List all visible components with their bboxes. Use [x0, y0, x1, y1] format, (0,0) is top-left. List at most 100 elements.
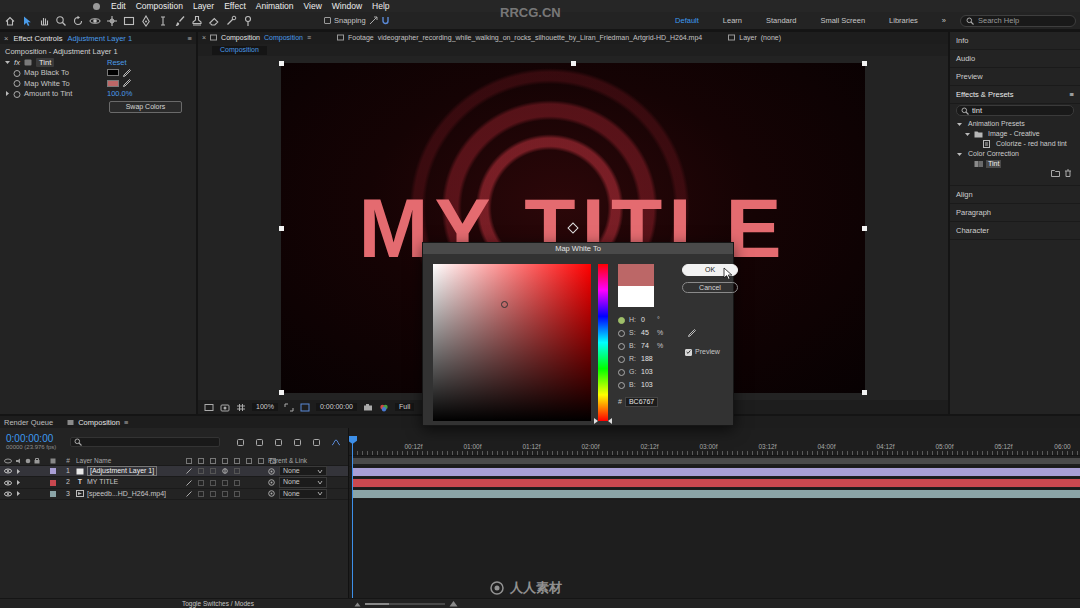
- selection-handle[interactable]: [571, 61, 576, 66]
- viewer-tab[interactable]: ×CompositionComposition≡: [202, 34, 311, 42]
- effect-switch-icon[interactable]: [198, 491, 204, 497]
- original-color-swatch[interactable]: [618, 286, 654, 307]
- color-swatch[interactable]: [107, 80, 119, 87]
- snapping-checkbox[interactable]: [324, 17, 331, 24]
- snapshot-icon[interactable]: [220, 403, 230, 412]
- layer-duration-bar[interactable]: [352, 490, 1080, 498]
- expand-caret-icon[interactable]: [15, 468, 22, 475]
- composition-subtab[interactable]: Composition: [212, 46, 267, 55]
- effect-switch-icon[interactable]: [198, 468, 204, 474]
- stopwatch-icon[interactable]: [13, 69, 21, 77]
- swap-colors-button[interactable]: Swap Colors: [109, 101, 182, 113]
- motion-blur-switch-icon[interactable]: [210, 468, 216, 474]
- adjustment-switch-icon[interactable]: [222, 480, 228, 486]
- viewer-tab[interactable]: Footagevideographer_recording_while_walk…: [337, 34, 702, 42]
- panel-header[interactable]: Paragraph: [950, 204, 1080, 222]
- clone-stamp-tool-icon[interactable]: [191, 15, 203, 27]
- adjustment-switch-icon[interactable]: [222, 491, 228, 497]
- expand-caret-icon[interactable]: [4, 59, 11, 66]
- picker-marker[interactable]: [501, 301, 508, 308]
- workspace-tab[interactable]: Small Screen: [820, 16, 865, 25]
- panel-menu-button[interactable]: ≡: [124, 418, 128, 427]
- comp-flowchart-icon[interactable]: [236, 438, 246, 447]
- layer-row[interactable]: 3[speedb...HD_H264.mp4]None: [0, 489, 348, 500]
- new-folder-icon[interactable]: [1051, 169, 1060, 177]
- layer-name[interactable]: MY TITLE: [87, 478, 118, 486]
- menu-item[interactable]: Composition: [136, 1, 183, 11]
- 3d-switch-icon[interactable]: [234, 491, 240, 497]
- grid-icon[interactable]: [236, 403, 246, 412]
- parent-dropdown[interactable]: None: [279, 466, 327, 476]
- color-channels-icon[interactable]: [379, 403, 389, 412]
- color-mode-radio[interactable]: [618, 330, 625, 337]
- quality-switch-icon[interactable]: [186, 468, 192, 474]
- panel-header[interactable]: Character: [950, 222, 1080, 240]
- pick-whip-icon[interactable]: [268, 468, 275, 475]
- panel-menu-button[interactable]: ≡: [1070, 90, 1074, 99]
- label-color[interactable]: [50, 491, 56, 497]
- 3d-switch-icon[interactable]: [234, 480, 240, 486]
- panel-header[interactable]: Align: [950, 186, 1080, 204]
- time-ruler[interactable]: 00:12f01:00f01:12f02:00f02:12f03:00f03:1…: [349, 428, 1080, 456]
- color-mode-radio[interactable]: [618, 369, 625, 376]
- eyedropper-icon[interactable]: [122, 68, 132, 78]
- graph-editor-icon[interactable]: [331, 438, 341, 447]
- color-mode-radio[interactable]: [618, 343, 625, 350]
- field-value[interactable]: 0: [641, 316, 655, 324]
- panel-header[interactable]: Info: [950, 32, 1080, 50]
- camera-snapshot-icon[interactable]: [363, 403, 373, 412]
- eyedropper-icon[interactable]: [687, 328, 697, 338]
- effect-switch-icon[interactable]: [198, 480, 204, 486]
- eye-icon[interactable]: [4, 480, 12, 486]
- panel-menu-button[interactable]: ≡: [307, 34, 311, 42]
- field-value[interactable]: 103: [641, 368, 655, 376]
- close-tab-button[interactable]: ×: [202, 34, 206, 42]
- rotation-tool-icon[interactable]: [72, 15, 84, 27]
- expand-caret-icon[interactable]: [15, 479, 22, 486]
- zoom-slider-track[interactable]: [365, 603, 445, 605]
- selection-handle[interactable]: [279, 226, 284, 231]
- menu-item[interactable]: Edit: [111, 1, 126, 11]
- layer-duration-bar[interactable]: [352, 479, 1080, 487]
- zoom-tool-icon[interactable]: [55, 15, 67, 27]
- menu-item[interactable]: Effect: [224, 1, 246, 11]
- brush-tool-icon[interactable]: [174, 15, 186, 27]
- effect-header[interactable]: fxTintReset: [2, 57, 196, 68]
- workspace-tab[interactable]: Default: [675, 16, 699, 25]
- selection-tool-icon[interactable]: [21, 15, 33, 27]
- label-color[interactable]: [50, 468, 56, 474]
- eye-icon[interactable]: [4, 468, 12, 474]
- preview-checkbox[interactable]: [685, 349, 692, 356]
- layer-duration-bar[interactable]: [352, 468, 1080, 476]
- field-value[interactable]: 45: [641, 329, 655, 337]
- zoom-in-icon[interactable]: [449, 600, 458, 607]
- fit-icon[interactable]: [284, 403, 294, 412]
- mask-icon[interactable]: [300, 403, 310, 412]
- field-value[interactable]: 188: [641, 355, 655, 363]
- toggle-switches-modes-button[interactable]: Toggle Switches / Modes: [182, 600, 254, 608]
- hex-value[interactable]: BC6767: [625, 397, 658, 407]
- workspace-tab[interactable]: Libraries: [889, 16, 918, 25]
- pen-tool-icon[interactable]: [140, 15, 152, 27]
- eraser-tool-icon[interactable]: [208, 15, 220, 27]
- home-tool-icon[interactable]: [4, 15, 16, 27]
- magnification-dropdown[interactable]: 100%: [252, 403, 278, 411]
- playhead[interactable]: [352, 436, 353, 598]
- menu-item[interactable]: Window: [332, 1, 362, 11]
- color-swatch[interactable]: [107, 69, 119, 76]
- frame-blending-icon[interactable]: [293, 438, 303, 447]
- effects-search-field[interactable]: [972, 106, 1069, 115]
- menu-item[interactable]: View: [304, 1, 322, 11]
- layer-search-field[interactable]: [70, 437, 220, 447]
- timeline-tab[interactable]: Composition≡: [67, 418, 128, 427]
- selection-handle[interactable]: [279, 61, 284, 66]
- roto-brush-tool-icon[interactable]: [225, 15, 237, 27]
- 3d-switch-icon[interactable]: [234, 468, 240, 474]
- tree-item[interactable]: Animation Presets: [950, 119, 1080, 129]
- tree-item[interactable]: Image - Creative: [950, 129, 1080, 139]
- hue-slider[interactable]: [598, 264, 608, 421]
- panel-header[interactable]: Audio: [950, 50, 1080, 68]
- motion-blur-icon[interactable]: [312, 438, 322, 447]
- hue-arrow-left-icon[interactable]: [594, 418, 598, 424]
- parent-dropdown[interactable]: None: [279, 489, 327, 499]
